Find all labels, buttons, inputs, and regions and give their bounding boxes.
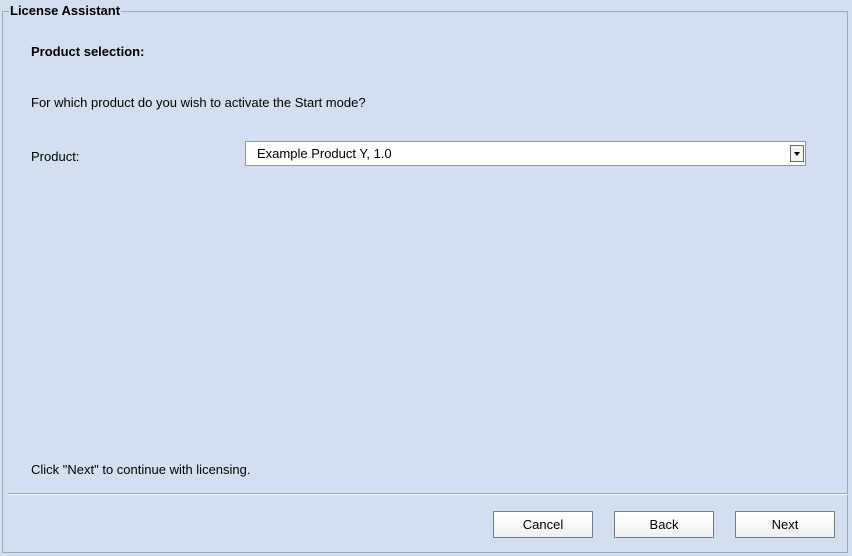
cancel-button[interactable]: Cancel bbox=[493, 511, 593, 538]
chevron-down-icon[interactable] bbox=[790, 145, 804, 162]
back-button[interactable]: Back bbox=[614, 511, 714, 538]
continue-hint-text: Click "Next" to continue with licensing. bbox=[31, 462, 251, 477]
product-label: Product: bbox=[31, 149, 80, 164]
button-bar-separator bbox=[8, 493, 848, 495]
product-question-text: For which product do you wish to activat… bbox=[31, 95, 366, 110]
section-heading: Product selection: bbox=[31, 44, 145, 59]
license-assistant-dialog: License Assistant Product selection: For… bbox=[0, 0, 852, 556]
product-select-value: Example Product Y, 1.0 bbox=[257, 146, 392, 161]
dialog-title: License Assistant bbox=[9, 3, 122, 19]
product-select[interactable]: Example Product Y, 1.0 bbox=[245, 141, 806, 166]
next-button[interactable]: Next bbox=[735, 511, 835, 538]
